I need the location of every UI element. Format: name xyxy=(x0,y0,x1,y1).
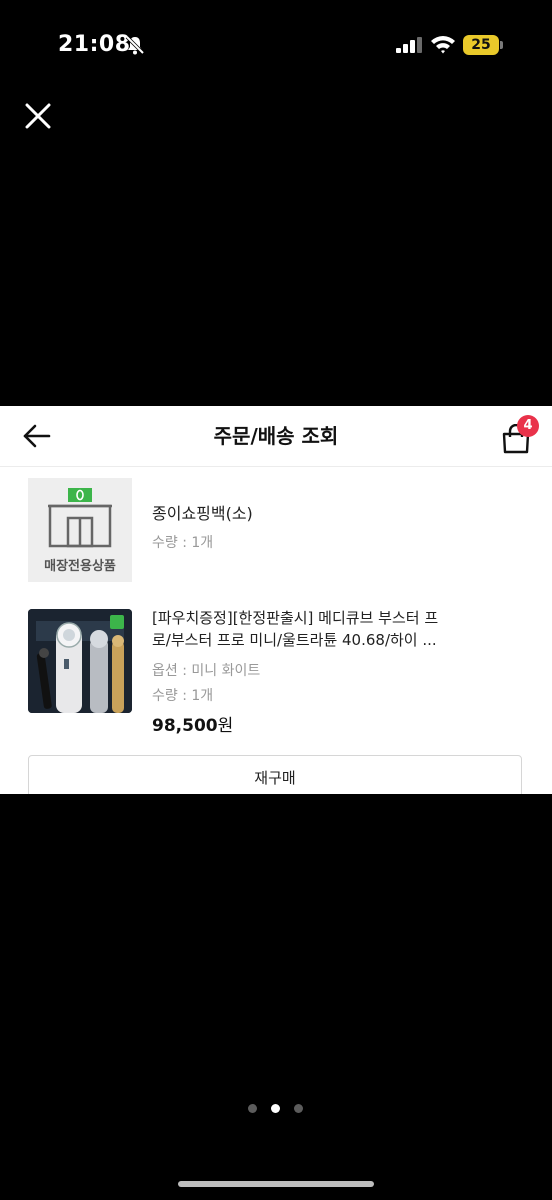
store-product-thumbnail[interactable]: 매장전용상품 xyxy=(28,478,132,582)
store-only-label: 매장전용상품 xyxy=(44,559,116,574)
battery-icon: 25 xyxy=(463,35,503,55)
wifi-icon xyxy=(431,36,455,54)
status-time: 21:08 xyxy=(58,32,131,57)
battery-cap xyxy=(500,41,503,49)
product-title[interactable]: [파우치증정][한정판출시] 메디큐브 부스터 프 로/부스터 프로 미니/울트… xyxy=(152,607,482,651)
cart-count-badge: 4 xyxy=(517,415,539,437)
order-header: 주문/배송 조회 4 xyxy=(0,406,552,467)
product-title-line-2: 로/부스터 프로 미니/울트라튠 40.68/하이 ... xyxy=(152,631,437,649)
page-dot-active[interactable] xyxy=(271,1104,280,1113)
signal-icon xyxy=(396,37,422,53)
page-indicator[interactable] xyxy=(246,1104,306,1114)
rebuy-button[interactable]: 재구매 xyxy=(28,755,522,794)
price-number: 98,500 xyxy=(152,716,218,736)
product-title-line-1: [파우치증정][한정판출시] 메디큐브 부스터 프 xyxy=(152,609,439,627)
product-quantity: 수량 : 1개 xyxy=(152,688,214,704)
page-dot[interactable] xyxy=(294,1104,303,1113)
product-thumbnail[interactable] xyxy=(28,609,132,713)
battery-level: 25 xyxy=(463,35,499,55)
beauty-device-image xyxy=(28,609,132,713)
page-dot[interactable] xyxy=(248,1104,257,1113)
store-icon xyxy=(48,488,112,548)
bell-off-icon xyxy=(125,35,145,55)
page-title: 주문/배송 조회 xyxy=(213,424,339,448)
viewer-screen: 21:08 25 주문/배송 조회 4 매장전용상품 종이쇼핑백(소) 수량:… xyxy=(0,0,552,1200)
order-screenshot-card: 주문/배송 조회 4 매장전용상품 종이쇼핑백(소) 수량 : 1개 [파우치증… xyxy=(0,406,552,794)
product-option: 옵션 : 미니 화이트 xyxy=(152,663,261,679)
price-unit: 원 xyxy=(217,716,234,736)
home-indicator[interactable] xyxy=(178,1181,374,1187)
close-icon[interactable] xyxy=(24,102,52,130)
item-name[interactable]: 종이쇼핑백(소) xyxy=(152,500,253,524)
product-price: 98,500원 xyxy=(152,711,233,736)
item-quantity: 수량 : 1개 xyxy=(152,535,214,551)
